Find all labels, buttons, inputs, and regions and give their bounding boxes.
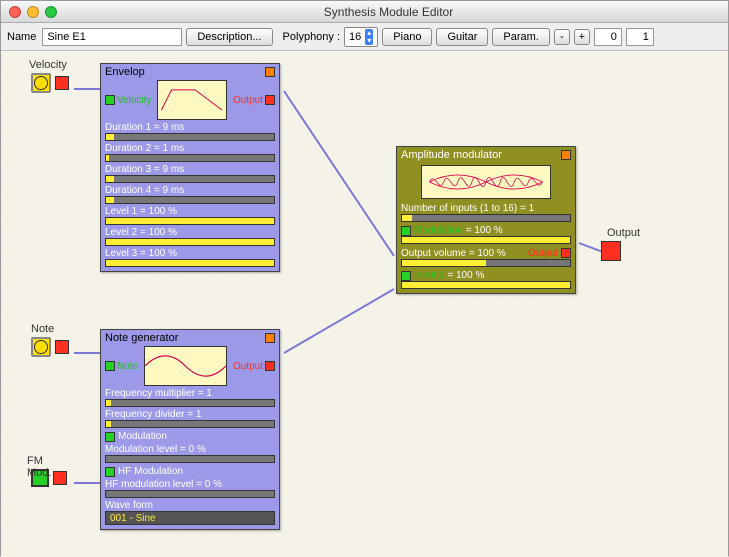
notegen-output-label: Output [233, 361, 263, 372]
module-toggle-icon[interactable] [561, 150, 571, 160]
output-port[interactable] [601, 241, 621, 261]
slider[interactable] [401, 214, 571, 222]
description-button[interactable]: Description... [186, 28, 272, 46]
slider[interactable] [105, 217, 275, 225]
notegen-mod-port[interactable] [105, 432, 115, 442]
velocity-port[interactable] [55, 76, 69, 90]
slider[interactable] [105, 133, 275, 141]
ext-note[interactable]: Note [31, 337, 69, 357]
ext-output[interactable]: Output [601, 241, 621, 261]
close-icon[interactable] [9, 6, 21, 18]
envelop-input-label: Velocity [117, 95, 151, 106]
name-input[interactable] [42, 28, 182, 46]
minimize-icon[interactable] [27, 6, 39, 18]
slider[interactable] [105, 175, 275, 183]
slider[interactable] [401, 281, 571, 289]
note-icon [31, 337, 51, 357]
notegen-output-port[interactable] [265, 361, 275, 371]
minus-button[interactable]: - [554, 29, 570, 45]
notegen-title: Note generator [105, 332, 178, 344]
window: Synthesis Module Editor Name Description… [0, 0, 729, 556]
module-envelop[interactable]: Envelop Velocity Output Duration 1 = 9 m… [100, 63, 280, 272]
ampmod-mod-port[interactable] [401, 226, 411, 236]
stepper-icon: ▴▾ [365, 29, 373, 45]
toolbar: Name Description... Polyphony : 16 ▴▾ Pi… [1, 23, 728, 51]
note-port[interactable] [55, 340, 69, 354]
envelop-preview [157, 80, 227, 120]
slider[interactable] [105, 154, 275, 162]
slider[interactable] [105, 399, 275, 407]
plus-button[interactable]: + [574, 29, 590, 45]
slider[interactable] [105, 455, 275, 463]
polyphony-select[interactable]: 16 ▴▾ [344, 27, 378, 47]
output-label: Output [607, 227, 640, 239]
notegen-input-label: Note [117, 361, 138, 372]
module-toggle-icon[interactable] [265, 67, 275, 77]
ampmod-input1-port[interactable] [401, 271, 411, 281]
slider[interactable] [105, 259, 275, 267]
range-max-input[interactable] [626, 28, 654, 46]
note-label: Note [31, 323, 54, 335]
param-button[interactable]: Param. [492, 28, 549, 46]
envelop-output-label: Output [233, 95, 263, 106]
envelop-output-port[interactable] [265, 95, 275, 105]
guitar-button[interactable]: Guitar [436, 28, 488, 46]
name-label: Name [7, 31, 36, 43]
range-min-input[interactable] [594, 28, 622, 46]
titlebar: Synthesis Module Editor [1, 1, 728, 23]
ampmod-output-port[interactable] [561, 248, 571, 258]
slider[interactable] [105, 196, 275, 204]
module-notegen[interactable]: Note generator Note Output Frequency mul… [100, 329, 280, 530]
module-toggle-icon[interactable] [265, 333, 275, 343]
envelop-input-port[interactable] [105, 95, 115, 105]
slider[interactable] [401, 236, 571, 244]
ampmod-title: Amplitude modulator [401, 149, 502, 161]
notegen-note-port[interactable] [105, 361, 115, 371]
slider[interactable] [105, 490, 275, 498]
envelop-title: Envelop [105, 66, 145, 78]
notegen-hfmod-port[interactable] [105, 467, 115, 477]
polyphony-label: Polyphony : [283, 31, 340, 43]
slider[interactable] [401, 259, 571, 267]
velocity-icon [31, 73, 51, 93]
piano-button[interactable]: Piano [382, 28, 432, 46]
slider[interactable] [105, 420, 275, 428]
fmmod-label: FM Mod. [27, 455, 67, 479]
zoom-icon[interactable] [45, 6, 57, 18]
ext-velocity[interactable]: Velocity [31, 73, 69, 93]
ext-fmmod[interactable]: FM Mod. [31, 469, 67, 487]
slider[interactable] [105, 238, 275, 246]
notegen-preview [144, 346, 227, 386]
ampmod-preview [421, 165, 551, 199]
velocity-label: Velocity [29, 59, 67, 71]
window-title: Synthesis Module Editor [57, 5, 720, 19]
waveform-select[interactable]: 001 - Sine [105, 511, 275, 525]
module-ampmod[interactable]: Amplitude modulator Number of inputs (1 … [396, 146, 576, 294]
canvas[interactable]: Velocity Note FM Mod. Output Envelop [1, 51, 728, 557]
